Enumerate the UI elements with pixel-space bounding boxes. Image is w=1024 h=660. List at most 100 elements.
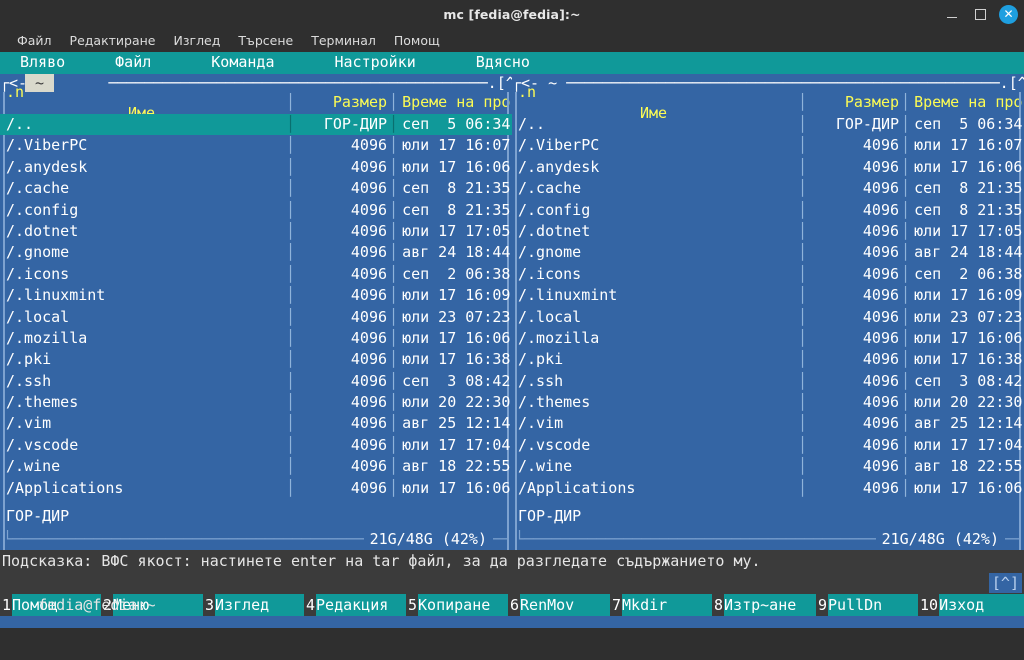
column-header-time[interactable]: Време на про xyxy=(910,92,1024,113)
table-row[interactable]: /.mozilla │ 4096 │ юли 17 16:06 xyxy=(0,328,512,349)
left-panel-free-space: 21G/48G (42%) xyxy=(363,530,493,548)
file-size: 4096 xyxy=(862,414,900,433)
function-key-f3[interactable]: 3 Изглед xyxy=(203,594,304,616)
file-mtime: юли 20 22:30 xyxy=(914,393,1023,412)
gtk-menu-file[interactable]: Файл xyxy=(8,31,61,50)
column-divider: │ xyxy=(389,457,399,476)
table-row[interactable]: /.linuxmint │ 4096 │ юли 17 16:09 xyxy=(512,285,1024,306)
column-divider: │ xyxy=(286,243,296,262)
table-row[interactable]: /.ssh │ 4096 │ сеп 3 08:42 xyxy=(512,371,1024,392)
file-mtime: юли 17 16:38 xyxy=(914,350,1023,369)
gtk-menu-help[interactable]: Помощ xyxy=(385,31,449,50)
column-divider: │ xyxy=(798,435,808,454)
table-row[interactable]: /.cache │ 4096 │ сеп 8 21:35 xyxy=(0,178,512,199)
table-row[interactable]: /.local │ 4096 │ юли 23 07:23 xyxy=(0,307,512,328)
gtk-menu-terminal[interactable]: Терминал xyxy=(302,31,385,50)
table-row[interactable]: /.anydesk │ 4096 │ юли 17 16:06 xyxy=(0,157,512,178)
file-name: /.themes xyxy=(518,393,591,412)
table-row[interactable]: /.dotnet │ 4096 │ юли 17 17:05 xyxy=(0,221,512,242)
table-row[interactable]: /.config │ 4096 │ сеп 8 21:35 xyxy=(512,200,1024,221)
function-key-f4[interactable]: 4 Редакция xyxy=(304,594,406,616)
table-row[interactable]: /Applications │ 4096 │ юли 17 16:06 xyxy=(512,478,1024,499)
file-name: /.icons xyxy=(518,264,582,283)
function-key-f9[interactable]: 9 PullDn xyxy=(816,594,918,616)
table-row[interactable]: /.ViberPC │ 4096 │ юли 17 16:07 xyxy=(512,135,1024,156)
table-row[interactable]: /.mozilla │ 4096 │ юли 17 16:06 xyxy=(512,328,1024,349)
column-sort-indicator[interactable]: .n xyxy=(518,82,536,103)
table-row[interactable]: /.. │ ГОР-ДИР │ сеп 5 06:34 xyxy=(512,114,1024,135)
gtk-menu-view[interactable]: Изглед xyxy=(165,31,230,50)
mc-menu-options[interactable]: Настройки xyxy=(335,52,416,73)
file-mtime: юли 17 17:04 xyxy=(914,435,1023,454)
file-size: 4096 xyxy=(350,243,388,262)
table-row[interactable]: /.themes │ 4096 │ юли 20 22:30 xyxy=(0,392,512,413)
column-divider: │ xyxy=(286,264,296,283)
function-key-f8[interactable]: 8 Изтр~ане xyxy=(712,594,816,616)
file-name: /.anydesk xyxy=(518,157,600,176)
table-row[interactable]: /.gnome │ 4096 │ авг 24 18:44 xyxy=(512,242,1024,263)
file-size: 4096 xyxy=(350,393,388,412)
function-key-number: 8 xyxy=(712,594,725,616)
table-row[interactable]: /.. │ ГОР-ДИР │ сеп 5 06:34 xyxy=(0,114,512,136)
scroll-up-indicator[interactable]: [^] xyxy=(988,573,1022,593)
minimize-button[interactable] xyxy=(943,5,961,23)
function-key-label: Изход xyxy=(939,594,1024,616)
file-mtime: юли 17 16:06 xyxy=(402,328,511,347)
column-sort-indicator[interactable]: .n xyxy=(6,82,24,103)
file-mtime: сеп 5 06:34 xyxy=(914,115,1023,133)
column-header-size[interactable]: Размер xyxy=(295,92,389,113)
file-name: /.linuxmint xyxy=(518,286,618,305)
column-divider: │ xyxy=(286,414,296,433)
column-divider: │ xyxy=(389,93,399,112)
table-row[interactable]: /.wine │ 4096 │ авг 18 22:55 xyxy=(0,456,512,477)
column-divider: │ xyxy=(286,371,296,390)
file-size: ГОР-ДИР xyxy=(835,115,900,133)
table-row[interactable]: /.gnome │ 4096 │ авг 24 18:44 xyxy=(0,242,512,263)
table-row[interactable]: /.wine │ 4096 │ авг 18 22:55 xyxy=(512,456,1024,477)
file-size: 4096 xyxy=(350,307,388,326)
function-key-f7[interactable]: 7 Mkdir xyxy=(610,594,712,616)
table-row[interactable]: /.cache │ 4096 │ сеп 8 21:35 xyxy=(512,178,1024,199)
function-key-f5[interactable]: 5 Копиране xyxy=(406,594,508,616)
table-row[interactable]: /.dotnet │ 4096 │ юли 17 17:05 xyxy=(512,221,1024,242)
close-button[interactable]: ✕ xyxy=(999,4,1018,24)
column-divider: │ xyxy=(901,286,911,305)
function-key-f10[interactable]: 10 Изход xyxy=(918,594,1024,616)
function-key-number: 6 xyxy=(508,594,521,616)
table-row[interactable]: /.config │ 4096 │ сеп 8 21:35 xyxy=(0,200,512,221)
column-divider: │ xyxy=(286,286,296,305)
table-row[interactable]: /.vim │ 4096 │ авг 25 12:14 xyxy=(512,413,1024,434)
table-row[interactable]: /.vscode │ 4096 │ юли 17 17:04 xyxy=(0,435,512,456)
left-panel-mini-status: ГОР-ДИР xyxy=(6,507,70,525)
table-row[interactable]: /.themes │ 4096 │ юли 20 22:30 xyxy=(512,392,1024,413)
table-row[interactable]: /.vscode │ 4096 │ юли 17 17:04 xyxy=(512,435,1024,456)
table-row[interactable]: /.icons │ 4096 │ сеп 2 06:38 xyxy=(0,264,512,285)
gtk-menu-edit[interactable]: Редактиране xyxy=(61,31,165,50)
table-row[interactable]: /.linuxmint │ 4096 │ юли 17 16:09 xyxy=(0,285,512,306)
mc-command-line[interactable]: fedia@fedia:~ [^] xyxy=(0,572,1024,614)
table-row[interactable]: /.local │ 4096 │ юли 23 07:23 xyxy=(512,307,1024,328)
column-divider: │ xyxy=(389,286,399,305)
table-row[interactable]: /.vim │ 4096 │ авг 25 12:14 xyxy=(0,413,512,434)
table-row[interactable]: /.ViberPC │ 4096 │ юли 17 16:07 xyxy=(0,135,512,156)
right-panel-bottom-bar: └───────────────────────────────────────… xyxy=(515,530,1021,548)
gtk-menu-search[interactable]: Търсене xyxy=(229,31,302,50)
column-divider: │ xyxy=(901,243,911,262)
file-size: 4096 xyxy=(862,478,900,497)
table-row[interactable]: /.pki │ 4096 │ юли 17 16:38 xyxy=(512,349,1024,370)
column-header-time[interactable]: Време на про xyxy=(398,92,512,113)
table-row[interactable]: /.icons │ 4096 │ сеп 2 06:38 xyxy=(512,264,1024,285)
file-size: 4096 xyxy=(350,286,388,305)
table-row[interactable]: /.pki │ 4096 │ юли 17 16:38 xyxy=(0,349,512,370)
function-key-f6[interactable]: 6 RenMov xyxy=(508,594,610,616)
table-row[interactable]: /.ssh │ 4096 │ сеп 3 08:42 xyxy=(0,371,512,392)
column-divider: │ xyxy=(901,414,911,433)
file-mtime: авг 25 12:14 xyxy=(402,414,511,433)
column-header-size[interactable]: Размер xyxy=(807,92,901,113)
column-divider: │ xyxy=(389,350,399,369)
table-row[interactable]: /.anydesk │ 4096 │ юли 17 16:06 xyxy=(512,157,1024,178)
file-name: /.. xyxy=(518,115,546,133)
maximize-button[interactable] xyxy=(971,5,989,23)
file-name: /.linuxmint xyxy=(6,286,106,305)
table-row[interactable]: /Applications │ 4096 │ юли 17 16:06 xyxy=(0,478,512,499)
